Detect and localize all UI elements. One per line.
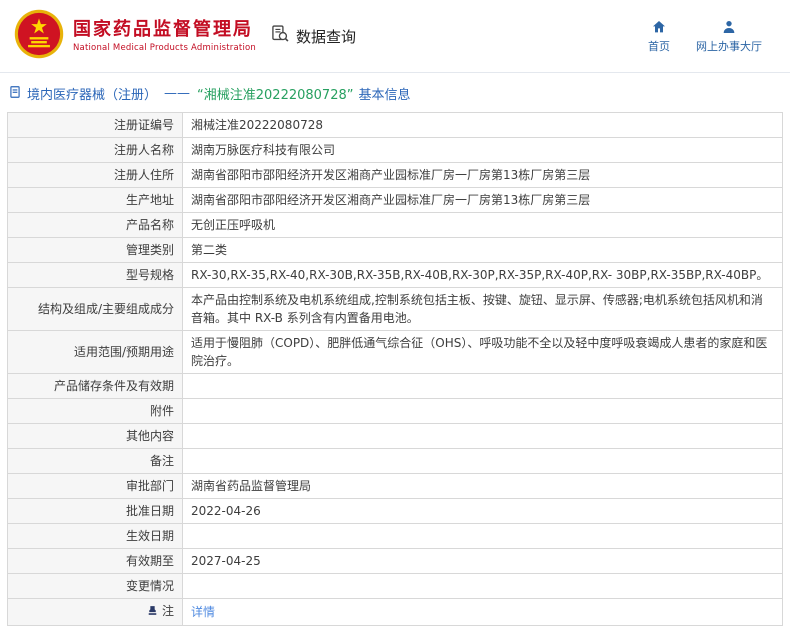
field-label: 产品储存条件及有效期: [7, 373, 183, 399]
row-product-name: 产品名称 无创正压呼吸机: [7, 212, 783, 238]
row-production-address: 生产地址 湖南省邵阳市邵阳经济开发区湘商产业园标准厂房一厂房第13栋厂房第三层: [7, 187, 783, 213]
row-storage-validity: 产品储存条件及有效期: [7, 373, 783, 399]
document-icon: [8, 85, 22, 103]
header: 国家药品监督管理局 National Medical Products Admi…: [0, 0, 790, 72]
field-value: 详情: [182, 598, 783, 626]
nav-home[interactable]: 首页: [648, 19, 670, 54]
home-icon: [651, 19, 667, 35]
field-label: 变更情况: [7, 573, 183, 599]
field-value: RX-30,RX-35,RX-40,RX-30B,RX-35B,RX-40B,R…: [182, 262, 783, 288]
field-label: 其他内容: [7, 423, 183, 449]
field-value: [182, 448, 783, 474]
field-label: 结构及组成/主要组成成分: [7, 287, 183, 331]
field-value: 2027-04-25: [182, 548, 783, 574]
field-value: [182, 398, 783, 424]
row-management-category: 管理类别 第二类: [7, 237, 783, 263]
field-label: 适用范围/预期用途: [7, 330, 183, 374]
field-label: 生效日期: [7, 523, 183, 549]
field-value: [182, 423, 783, 449]
breadcrumb-suffix: 基本信息: [358, 88, 411, 103]
row-other-content: 其他内容: [7, 423, 783, 449]
row-approval-date: 批准日期 2022-04-26: [7, 498, 783, 524]
note-label: 注: [161, 604, 174, 618]
section-title-label: 数据查询: [296, 27, 357, 46]
nav-home-label: 首页: [648, 39, 670, 53]
brand-logo[interactable]: 国家药品监督管理局 National Medical Products Admi…: [14, 9, 256, 63]
field-value: [182, 523, 783, 549]
field-label: 注册人名称: [7, 137, 183, 163]
field-value: 湖南省药品监督管理局: [182, 473, 783, 499]
brand-text: 国家药品监督管理局 National Medical Products Admi…: [73, 19, 256, 54]
breadcrumb-dash: ——: [164, 86, 191, 101]
field-value: 湖南省邵阳市邵阳经济开发区湘商产业园标准厂房一厂房第13栋厂房第三层: [182, 162, 783, 188]
field-label: 注: [7, 598, 183, 626]
row-approval-department: 审批部门 湖南省药品监督管理局: [7, 473, 783, 499]
nav-online-hall-label: 网上办事大厅: [696, 39, 762, 53]
field-label: 批准日期: [7, 498, 183, 524]
org-name-en: National Medical Products Administration: [73, 43, 256, 54]
row-remarks: 备注: [7, 448, 783, 474]
field-value: 适用于慢阻肺（COPD）、肥胖低通气综合征（OHS）、呼吸功能不全以及轻中度呼吸…: [182, 330, 783, 374]
field-label: 注册证编号: [7, 112, 183, 138]
document-search-icon: [270, 24, 290, 48]
breadcrumb-cert-number: “湘械注准20222080728”: [197, 88, 354, 103]
field-label: 注册人住所: [7, 162, 183, 188]
nav-online-hall[interactable]: 网上办事大厅: [696, 19, 762, 54]
row-change-info: 变更情况: [7, 573, 783, 599]
registration-info-table: 注册证编号 湘械注准20222080728 注册人名称 湖南万脉医疗科技有限公司…: [7, 112, 783, 626]
field-value: 无创正压呼吸机: [182, 212, 783, 238]
breadcrumb: 境内医疗器械（注册） —— “湘械注准20222080728” 基本信息: [0, 73, 790, 112]
row-cert-number: 注册证编号 湘械注准20222080728: [7, 112, 783, 138]
field-label: 审批部门: [7, 473, 183, 499]
row-structure-composition: 结构及组成/主要组成成分 本产品由控制系统及电机系统组成,控制系统包括主板、按键…: [7, 287, 783, 331]
field-value: [182, 373, 783, 399]
row-attachments: 附件: [7, 398, 783, 424]
field-value: 湘械注准20222080728: [182, 112, 783, 138]
field-label: 管理类别: [7, 237, 183, 263]
field-label: 型号规格: [7, 262, 183, 288]
row-expiry-date: 有效期至 2027-04-25: [7, 548, 783, 574]
person-icon: [721, 19, 737, 35]
page: 国家药品监督管理局 National Medical Products Admi…: [0, 0, 790, 626]
field-label: 生产地址: [7, 187, 183, 213]
field-value: [182, 573, 783, 599]
field-value: 湖南省邵阳市邵阳经济开发区湘商产业园标准厂房一厂房第13栋厂房第三层: [182, 187, 783, 213]
row-intended-use: 适用范围/预期用途 适用于慢阻肺（COPD）、肥胖低通气综合征（OHS）、呼吸功…: [7, 330, 783, 374]
field-label: 产品名称: [7, 212, 183, 238]
field-label: 有效期至: [7, 548, 183, 574]
field-value: 第二类: [182, 237, 783, 263]
field-value: 2022-04-26: [182, 498, 783, 524]
breadcrumb-prefix: 境内医疗器械（注册）: [27, 88, 158, 103]
row-note: 注 详情: [7, 598, 783, 626]
national-emblem-icon: [14, 9, 64, 63]
seal-icon: [146, 604, 159, 622]
field-label: 备注: [7, 448, 183, 474]
org-name-cn: 国家药品监督管理局: [73, 18, 253, 40]
data-query-title: 数据查询: [270, 24, 356, 48]
row-model-spec: 型号规格 RX-30,RX-35,RX-40,RX-30B,RX-35B,RX-…: [7, 262, 783, 288]
row-effective-date: 生效日期: [7, 523, 783, 549]
field-value: 湖南万脉医疗科技有限公司: [182, 137, 783, 163]
row-registrant-name: 注册人名称 湖南万脉医疗科技有限公司: [7, 137, 783, 163]
field-value: 本产品由控制系统及电机系统组成,控制系统包括主板、按键、旋钮、显示屏、传感器;电…: [182, 287, 783, 331]
row-registrant-address: 注册人住所 湖南省邵阳市邵阳经济开发区湘商产业园标准厂房一厂房第13栋厂房第三层: [7, 162, 783, 188]
top-navigation: 首页 网上办事大厅: [648, 19, 776, 54]
detail-link[interactable]: 详情: [191, 605, 215, 619]
field-label: 附件: [7, 398, 183, 424]
